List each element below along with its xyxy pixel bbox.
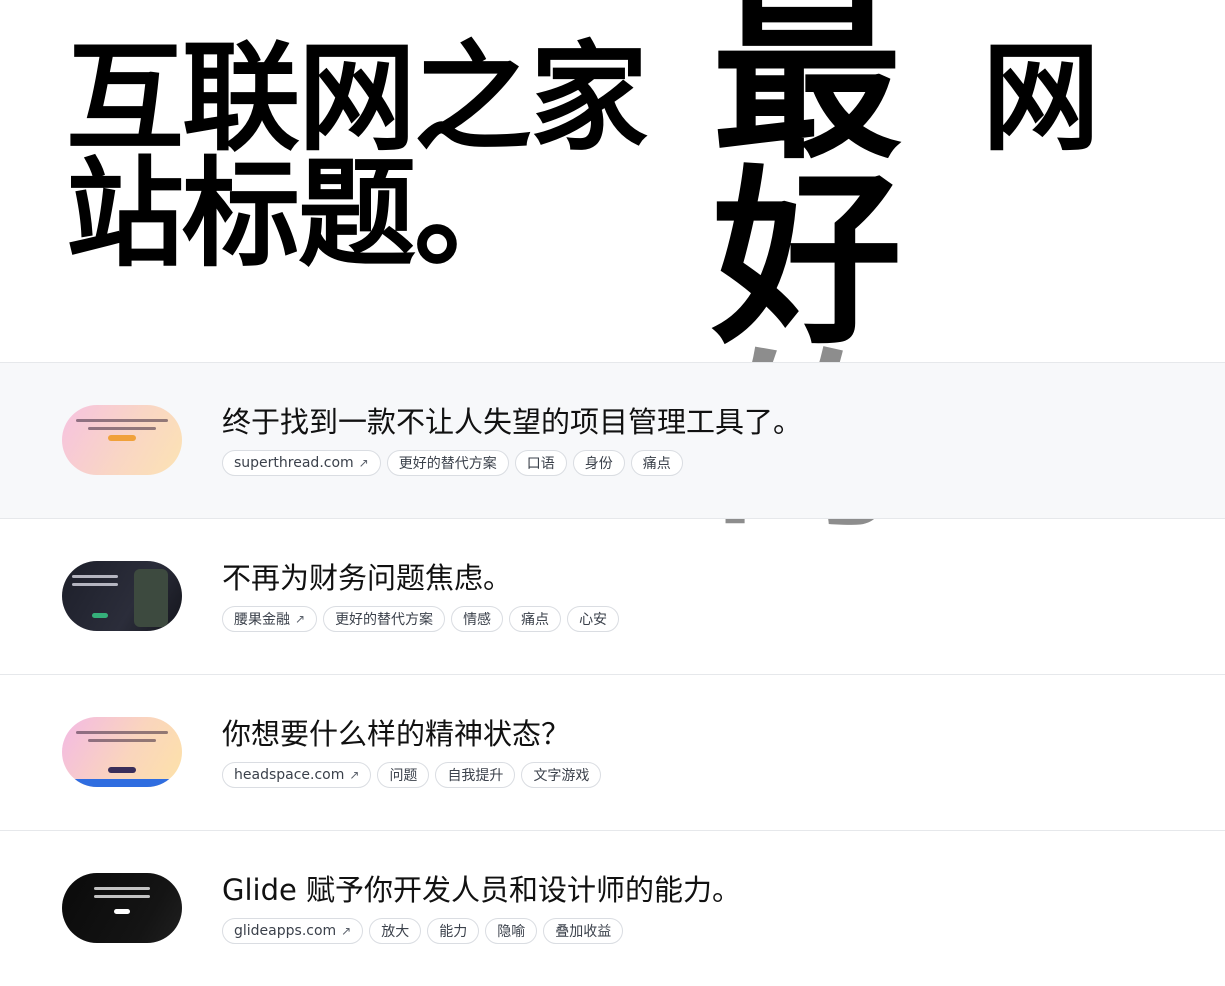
tag[interactable]: 自我提升 [435,762,516,788]
arrow-up-right-icon: ↗ [295,612,306,626]
link-tag-label: headspace.com [234,767,345,783]
hero-title: 互联网之家站标题。 [66,29,648,283]
thumbnail[interactable] [62,561,182,631]
link-tag[interactable]: superthread.com ↗ [222,450,381,476]
tag-list: headspace.com ↗ 问题 自我提升 文字游戏 [222,762,602,788]
tag[interactable]: 能力 [427,918,480,944]
big-char-1: 最 [712,0,903,185]
tag-list: glideapps.com ↗ 放大 能力 隐喻 叠加收益 [222,918,624,944]
list-item[interactable]: 不再为财务问题焦虑。 腰果金融 ↗ 更好的替代方案 情感 痛点 心安 [0,518,1225,674]
tag[interactable]: 问题 [377,762,430,788]
thumbnail[interactable] [62,405,182,475]
tag[interactable]: 身份 [572,450,625,476]
tag[interactable]: 心安 [567,606,620,632]
thumbnail[interactable] [62,873,182,943]
link-tag-label: glideapps.com [234,923,337,939]
tag[interactable]: 更好的替代方案 [386,450,509,476]
link-tag-label: 腰果金融 [234,612,290,628]
arrow-up-right-icon: ↗ [349,768,360,782]
headline-list: 终于找到一款不让人失望的项目管理工具了。 superthread.com ↗ 更好… [0,362,1225,986]
tag-list: superthread.com ↗ 更好的替代方案 口语 身份 痛点 [222,450,683,476]
tag[interactable]: 情感 [451,606,504,632]
tag[interactable]: 文字游戏 [521,762,602,788]
list-item[interactable]: Glide 赋予你开发人员和设计师的能力。 glideapps.com ↗ 放大 … [0,830,1225,986]
tag[interactable]: 隐喻 [485,918,538,944]
tag[interactable]: 叠加收益 [543,918,624,944]
tag[interactable]: 痛点 [509,606,562,632]
list-item[interactable]: 终于找到一款不让人失望的项目管理工具了。 superthread.com ↗ 更好… [0,362,1225,518]
arrow-up-right-icon: ↗ [358,456,369,470]
link-tag[interactable]: headspace.com ↗ [222,762,372,788]
link-tag-label: superthread.com [234,455,354,471]
arrow-up-right-icon: ↗ [341,924,352,938]
link-tag[interactable]: 腰果金融 ↗ [222,606,318,632]
tag[interactable]: 更好的替代方案 [323,606,446,632]
list-item[interactable]: 你想要什么样的精神状态？ headspace.com ↗ 问题 自我提升 文字游戏 [0,674,1225,830]
big-char-2: 好 [712,149,903,370]
tag-list: 腰果金融 ↗ 更好的替代方案 情感 痛点 心安 [222,606,620,632]
thumbnail[interactable] [62,717,182,787]
hero-side-char: 网 [982,29,1101,167]
tag[interactable]: 放大 [369,918,422,944]
tag[interactable]: 痛点 [630,450,683,476]
link-tag[interactable]: glideapps.com ↗ [222,918,364,944]
headline-title[interactable]: 终于找到一款不让人失望的项目管理工具了。 [222,403,802,441]
headline-title[interactable]: Glide 赋予你开发人员和设计师的能力。 [222,871,741,909]
headline-title[interactable]: 你想要什么样的精神状态？ [222,715,570,753]
headline-title[interactable]: 不再为财务问题焦虑。 [222,559,512,597]
tag[interactable]: 口语 [514,450,567,476]
